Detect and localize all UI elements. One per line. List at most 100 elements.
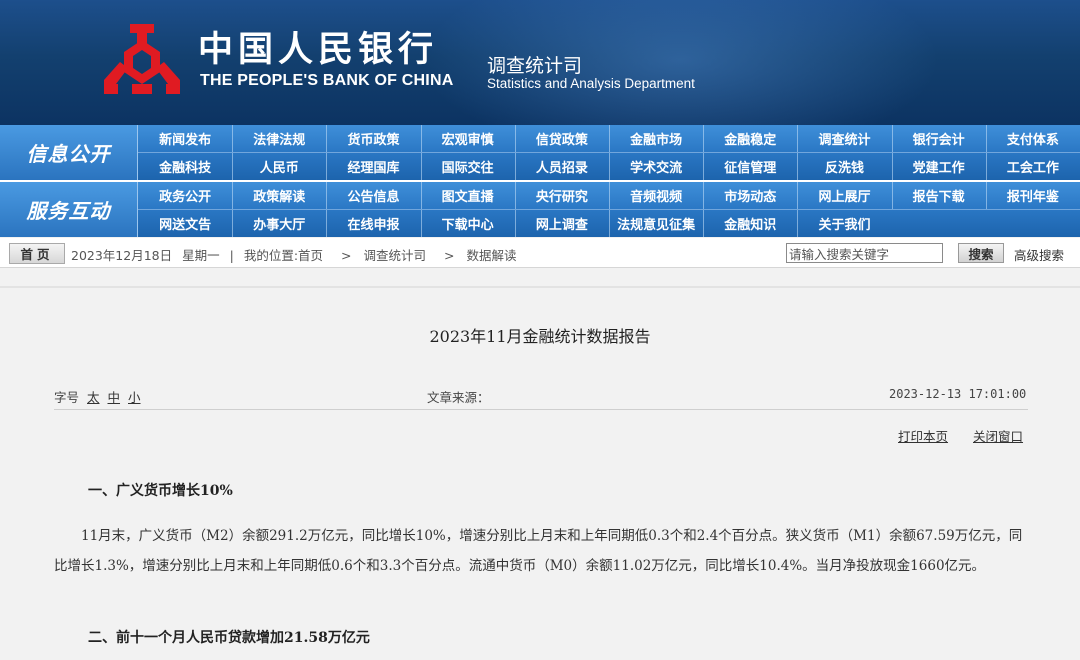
- nav-item[interactable]: 金融稳定: [703, 125, 797, 152]
- font-size-medium-link[interactable]: 中: [108, 390, 121, 405]
- nav-item[interactable]: 市场动态: [703, 182, 797, 209]
- breadcrumb-divider: |: [229, 248, 234, 263]
- breadcrumb-arrow: >: [443, 248, 455, 263]
- nav-item[interactable]: 报告下载: [892, 182, 986, 209]
- nav-item[interactable]: 人民币: [232, 153, 326, 180]
- nav-item[interactable]: 信贷政策: [515, 125, 609, 152]
- search-button[interactable]: 搜索: [958, 243, 1004, 263]
- nav-item[interactable]: 宏观审慎: [421, 125, 515, 152]
- meta-divider: [54, 409, 1028, 410]
- nav-item[interactable]: 央行研究: [515, 182, 609, 209]
- section-2-heading: 二、前十一个月人民币贷款增加21.58万亿元: [88, 630, 370, 646]
- nav-separator: [514, 153, 516, 180]
- nav-item[interactable]: 法律法规: [232, 125, 326, 152]
- bank-name-cn[interactable]: 中国人民银行: [198, 30, 438, 70]
- nav-item[interactable]: 下载中心: [421, 210, 515, 237]
- nav-separator: [703, 210, 705, 237]
- nav-separator: [326, 182, 328, 209]
- nav-item[interactable]: 在线申报: [326, 210, 420, 237]
- nav-separator: [797, 210, 799, 237]
- section-1-paragraph: 11月末，广义货币（M2）余额291.2万亿元，同比增长10%，增速分别比上月末…: [54, 528, 1023, 574]
- advanced-search-link[interactable]: 高级搜索: [1014, 245, 1064, 264]
- nav-group-info-label: 信息公开: [0, 125, 138, 180]
- nav-item[interactable]: 学术交流: [609, 153, 703, 180]
- article-title: 2023年11月金融统计数据报告: [429, 327, 651, 346]
- nav-item[interactable]: 关于我们: [797, 210, 891, 237]
- close-window-link[interactable]: 关闭窗口: [973, 426, 1023, 445]
- nav-item[interactable]: 货币政策: [326, 125, 420, 152]
- font-size-label: 字号: [54, 390, 80, 405]
- breadcrumb-arrow: >: [341, 248, 352, 263]
- nav-item[interactable]: 网上调查: [515, 210, 609, 237]
- nav-separator: [326, 153, 328, 180]
- nav-item[interactable]: 图文直播: [421, 182, 515, 209]
- nav-item[interactable]: 法规意见征集: [609, 210, 703, 237]
- current-weekday: 星期一: [182, 248, 220, 263]
- bank-name-en[interactable]: THE PEOPLE'S BANK OF CHINA: [200, 72, 453, 90]
- nav-item[interactable]: 政策解读: [232, 182, 326, 209]
- home-button[interactable]: 首页: [9, 243, 65, 264]
- nav-separator: [609, 125, 610, 152]
- nav-separator: [514, 210, 516, 237]
- nav-separator: [985, 153, 987, 180]
- nav-separator: [609, 182, 610, 209]
- content-top-divider: [0, 286, 1080, 288]
- nav-item[interactable]: 办事大厅: [232, 210, 326, 237]
- nav-separator: [514, 125, 516, 152]
- nav-item[interactable]: 征信管理: [703, 153, 797, 180]
- pboc-emblem-icon[interactable]: [102, 22, 182, 98]
- breadcrumb-bar: 首页 2023年12月18日 星期一 | 我的位置:首页 > 调查统计司 > 数…: [0, 238, 1080, 268]
- nav-item[interactable]: 报刊年鉴: [986, 182, 1080, 209]
- nav-item[interactable]: 国际交往: [421, 153, 515, 180]
- nav-item[interactable]: 公告信息: [326, 182, 420, 209]
- article-date: 2023-12-13 17:01:00: [889, 387, 1027, 401]
- nav-item[interactable]: 网送文告: [138, 210, 232, 237]
- nav-separator: [891, 153, 893, 180]
- nav-separator: [609, 153, 610, 180]
- nav-separator: [797, 182, 799, 209]
- nav-item[interactable]: 金融市场: [609, 125, 703, 152]
- search-input[interactable]: [786, 243, 943, 263]
- nav-separator: [703, 182, 705, 209]
- font-size-large-link[interactable]: 太: [87, 390, 100, 405]
- current-date: 2023年12月18日: [71, 248, 173, 263]
- nav-item[interactable]: 银行会计: [892, 125, 986, 152]
- breadcrumb-current[interactable]: 数据解读: [466, 248, 516, 263]
- nav-item[interactable]: 网上展厅: [797, 182, 891, 209]
- breadcrumb-home-link[interactable]: 我的位置:首页: [244, 248, 323, 263]
- nav-separator: [232, 182, 234, 209]
- department-name-en: Statistics and Analysis Department: [487, 76, 695, 91]
- nav-separator: [420, 210, 422, 237]
- nav-group-service: 服务互动 政务公开 政策解读 公告信息 图文直播 央行研究 音频视频 市场动态 网上展厅 报告下…: [0, 182, 1080, 237]
- section-1-heading: 一、广义货币增长10%: [88, 483, 233, 499]
- nav-separator: [420, 125, 422, 152]
- breadcrumb-dept-link[interactable]: 调查统计司: [363, 248, 426, 263]
- nav-item[interactable]: 反洗钱: [797, 153, 891, 180]
- nav-item[interactable]: 政务公开: [138, 182, 232, 209]
- main-navigation: 信息公开 新闻发布 法律法规 货币政策 宏观审慎 信贷政策 金融市场 金融稳定 调查统计 银行会…: [0, 125, 1080, 237]
- nav-separator: [703, 153, 705, 180]
- breadcrumb: 2023年12月18日 星期一 | 我的位置:首页 > 调查统计司 > 数据解读: [71, 245, 522, 264]
- nav-item[interactable]: 工会工作: [986, 153, 1080, 180]
- print-page-link[interactable]: 打印本页: [898, 426, 948, 445]
- nav-item[interactable]: 金融科技: [138, 153, 232, 180]
- nav-group-service-label: 服务互动: [0, 182, 138, 237]
- nav-group-info: 信息公开 新闻发布 法律法规 货币政策 宏观审慎 信贷政策 金融市场 金融稳定 调查统计 银行会…: [0, 125, 1080, 180]
- nav-item[interactable]: 支付体系: [986, 125, 1080, 152]
- nav-item[interactable]: 新闻发布: [138, 125, 232, 152]
- font-size-small-link[interactable]: 小: [128, 390, 141, 405]
- nav-separator: [985, 182, 987, 209]
- nav-item[interactable]: 音频视频: [609, 182, 703, 209]
- article-source: 文章来源：: [427, 390, 490, 405]
- nav-separator: [985, 125, 987, 152]
- department-name-cn: 调查统计司: [487, 55, 583, 77]
- nav-separator: [797, 125, 799, 152]
- nav-separator: [609, 210, 610, 237]
- nav-item[interactable]: 经理国库: [326, 153, 420, 180]
- nav-item[interactable]: 人员招录: [515, 153, 609, 180]
- nav-item[interactable]: 调查统计: [797, 125, 891, 152]
- nav-item[interactable]: 金融知识: [703, 210, 797, 237]
- nav-separator: [891, 182, 893, 209]
- nav-separator: [326, 125, 328, 152]
- nav-item[interactable]: 党建工作: [892, 153, 986, 180]
